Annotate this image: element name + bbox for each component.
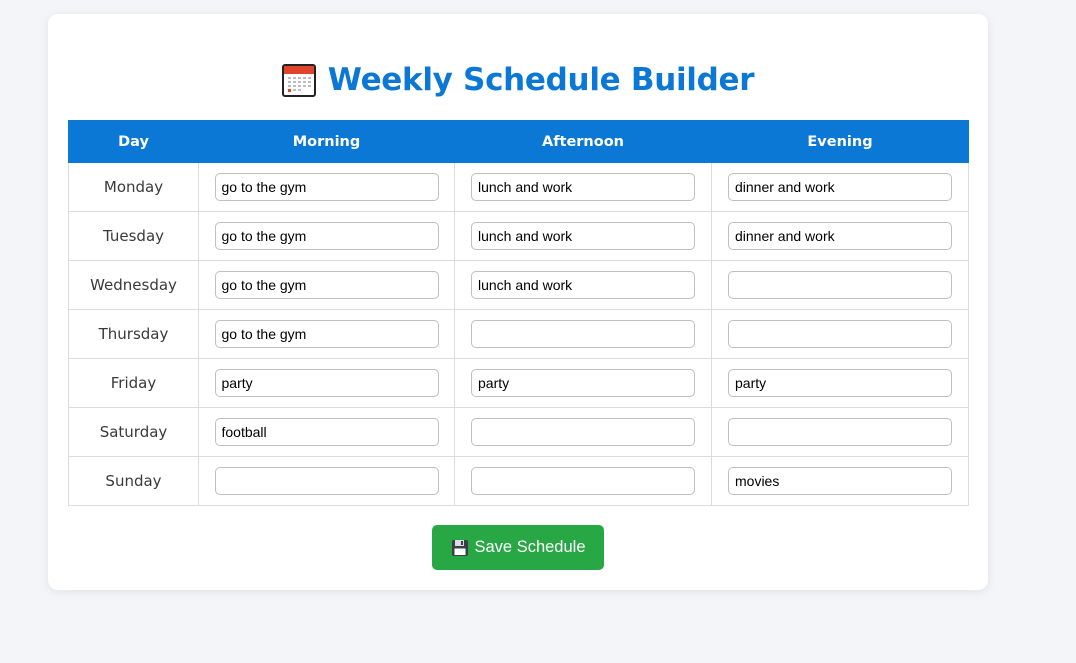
afternoon-input[interactable] — [471, 467, 695, 495]
morning-cell — [198, 162, 455, 212]
header-afternoon: Afternoon — [454, 120, 712, 163]
schedule-table: Day Morning Afternoon Evening Monday Tue… — [68, 120, 969, 506]
afternoon-cell — [454, 211, 712, 261]
page-title-text: Weekly Schedule Builder — [327, 62, 755, 98]
afternoon-input[interactable] — [471, 369, 695, 397]
afternoon-cell — [454, 407, 712, 457]
evening-input[interactable] — [728, 271, 952, 299]
morning-cell — [198, 358, 455, 408]
afternoon-input[interactable] — [471, 271, 695, 299]
morning-cell — [198, 456, 455, 506]
table-row: Monday — [68, 162, 969, 212]
morning-cell — [198, 407, 455, 457]
table-row: Thursday — [68, 309, 969, 359]
table-row: Tuesday — [68, 211, 969, 261]
header-evening: Evening — [711, 120, 969, 163]
page-title: Weekly Schedule Builder — [48, 60, 988, 100]
evening-input[interactable] — [728, 320, 952, 348]
evening-cell — [711, 211, 969, 261]
afternoon-cell — [454, 456, 712, 506]
morning-input[interactable] — [214, 369, 439, 397]
evening-cell — [711, 358, 969, 408]
day-label: Saturday — [68, 407, 199, 457]
morning-cell — [198, 309, 455, 359]
morning-input[interactable] — [214, 418, 439, 446]
day-label: Sunday — [68, 456, 199, 506]
evening-input[interactable] — [728, 222, 952, 250]
evening-cell — [711, 162, 969, 212]
morning-cell — [198, 211, 455, 261]
afternoon-input[interactable] — [471, 222, 695, 250]
day-label: Wednesday — [68, 260, 199, 310]
evening-input[interactable] — [728, 369, 952, 397]
header-day: Day — [68, 120, 199, 163]
evening-input[interactable] — [728, 173, 952, 201]
morning-cell — [198, 260, 455, 310]
evening-cell — [711, 260, 969, 310]
table-row: Saturday — [68, 407, 969, 457]
morning-input[interactable] — [214, 320, 439, 348]
day-label: Tuesday — [68, 211, 199, 261]
table-row: Wednesday — [68, 260, 969, 310]
morning-input[interactable] — [214, 173, 439, 201]
table-row: Sunday — [68, 456, 969, 506]
afternoon-cell — [454, 260, 712, 310]
morning-input[interactable] — [214, 222, 439, 250]
save-button-label: Save Schedule — [474, 538, 586, 556]
schedule-card: Weekly Schedule Builder Day Morning Afte… — [48, 14, 988, 590]
evening-input[interactable] — [728, 418, 952, 446]
morning-input[interactable] — [214, 467, 439, 495]
evening-cell — [711, 456, 969, 506]
afternoon-input[interactable] — [471, 418, 695, 446]
day-label: Monday — [68, 162, 199, 212]
table-row: Friday — [68, 358, 969, 408]
afternoon-cell — [454, 358, 712, 408]
morning-input[interactable] — [214, 271, 439, 299]
header-morning: Morning — [198, 120, 455, 163]
calendar-icon — [281, 63, 316, 97]
evening-cell — [711, 407, 969, 457]
evening-input[interactable] — [728, 467, 952, 495]
save-schedule-button[interactable]: Save Schedule — [432, 525, 604, 570]
day-label: Friday — [68, 358, 199, 408]
day-label: Thursday — [68, 309, 199, 359]
evening-cell — [711, 309, 969, 359]
afternoon-cell — [454, 162, 712, 212]
table-header-row: Day Morning Afternoon Evening — [68, 120, 969, 163]
afternoon-cell — [454, 309, 712, 359]
afternoon-input[interactable] — [471, 173, 695, 201]
afternoon-input[interactable] — [471, 320, 695, 348]
floppy-disk-icon — [451, 539, 469, 557]
